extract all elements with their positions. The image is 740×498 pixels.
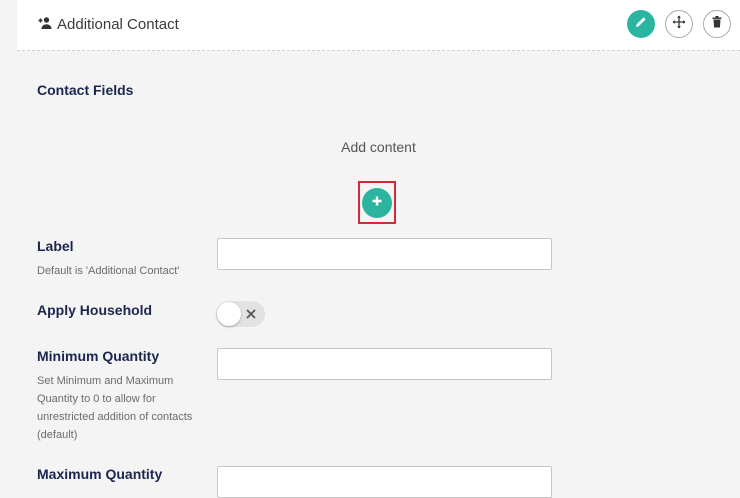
pencil-icon	[634, 15, 648, 34]
add-content-label: Add content	[341, 139, 416, 155]
toggle-knob	[217, 302, 241, 326]
label-input[interactable]	[217, 238, 552, 270]
maximum-quantity-label: Maximum Quantity	[37, 466, 163, 482]
block-header: Additional Contact	[17, 0, 740, 51]
delete-button[interactable]	[703, 10, 731, 38]
add-content-highlight	[358, 181, 396, 224]
label-field-label: Label	[37, 238, 74, 254]
edit-button[interactable]	[627, 10, 655, 38]
add-person-icon	[36, 15, 52, 31]
minimum-quantity-description: Set Minimum and Maximum Quantity to 0 to…	[37, 375, 193, 441]
move-button[interactable]	[665, 10, 693, 38]
minimum-quantity-input[interactable]	[217, 348, 552, 380]
label-field-description: Default is 'Additional Contact'	[37, 265, 180, 277]
plus-icon	[371, 194, 383, 212]
add-content-button[interactable]	[362, 187, 392, 218]
close-icon	[244, 307, 258, 321]
apply-household-label: Apply Household	[37, 302, 153, 318]
trash-icon	[710, 15, 724, 34]
maximum-quantity-input[interactable]	[217, 466, 552, 498]
move-arrows-icon	[672, 15, 686, 34]
apply-household-toggle[interactable]	[216, 301, 265, 327]
minimum-quantity-label: Minimum Quantity	[37, 348, 160, 364]
block-title: Additional Contact	[57, 16, 179, 33]
section-title: Contact Fields	[37, 82, 134, 98]
